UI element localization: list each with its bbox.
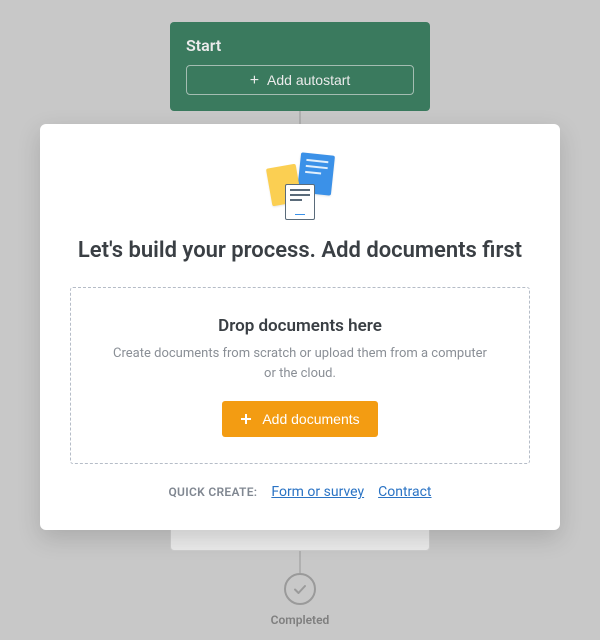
quick-create-row: QUICK CREATE: Form or survey Contract — [70, 484, 530, 500]
add-documents-button[interactable]: Add documents — [222, 401, 377, 437]
documents-illustration — [70, 154, 530, 220]
add-documents-label: Add documents — [262, 411, 359, 427]
onboarding-modal: Let's build your process. Add documents … — [40, 124, 560, 530]
documents-dropzone[interactable]: Drop documents here Create documents fro… — [70, 287, 530, 464]
quick-create-form-link[interactable]: Form or survey — [271, 484, 364, 500]
dropzone-title: Drop documents here — [91, 316, 509, 336]
dropzone-subtitle: Create documents from scratch or upload … — [110, 344, 490, 383]
modal-title: Let's build your process. Add documents … — [70, 238, 530, 263]
quick-create-label: QUICK CREATE: — [168, 485, 257, 499]
quick-create-contract-link[interactable]: Contract — [378, 484, 431, 500]
plus-icon — [240, 413, 252, 425]
